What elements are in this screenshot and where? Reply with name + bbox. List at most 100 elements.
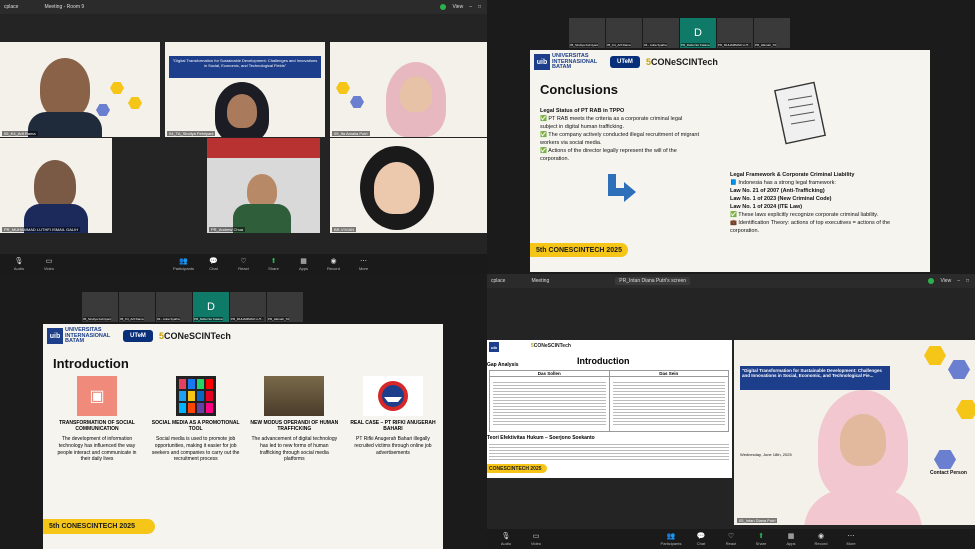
presentation-slide: uib UNIVERSITAS INTERNASIONAL BATAM UTeM 5… xyxy=(530,50,930,272)
participant-thumb[interactable]: 05_Sindiya Febriyani xyxy=(82,292,118,322)
table-col: Das Sein xyxy=(609,371,728,431)
participants-button[interactable]: 👥 Participants xyxy=(169,258,199,271)
more-button[interactable]: ⋯ More xyxy=(349,258,379,271)
hex-decoration xyxy=(96,104,110,116)
speaker-video[interactable]: "Digital Transformation for Sustainable … xyxy=(734,340,975,525)
hex-decoration xyxy=(128,97,142,109)
camera-icon: ▭ xyxy=(532,532,540,540)
conference-logo: 5CONeSCINTech xyxy=(646,57,718,67)
utem-logo: UTeM xyxy=(123,330,153,342)
app-label: cplace xyxy=(4,4,19,10)
framework-line: 📘 Indonesia has a strong legal framework… xyxy=(730,179,836,186)
view-button[interactable]: View xyxy=(940,278,951,284)
contact-person-label: Contact Person xyxy=(930,470,967,476)
video-tile[interactable]: PR_Andrew Chua xyxy=(207,138,320,233)
participant-thumb[interactable]: 05_Sindiya Febriyani xyxy=(569,18,605,48)
uib-logo: uib xyxy=(489,342,499,352)
zoom-gallery-window: cplace Meeting - Room 9 View – □ 05_K4_A… xyxy=(0,0,487,274)
utem-logo: UTeM xyxy=(610,56,640,68)
react-button[interactable]: ♡ React xyxy=(716,533,746,546)
dense-text-block xyxy=(489,442,729,462)
video-tile[interactable]: "Digital Transformation for Sustainable … xyxy=(165,42,325,137)
video-button[interactable]: ▭ Video xyxy=(34,258,64,271)
react-button[interactable]: ♡ React xyxy=(229,258,259,271)
apps-button[interactable]: ▦ Apps xyxy=(776,533,806,546)
shared-screen-introduction: 05_Sindiya Febriyani 05_K4_Arif Rama 03 … xyxy=(0,274,487,549)
window-titlebar: cplace Meeting - Room 9 View – □ xyxy=(0,0,487,14)
participant-shirt xyxy=(28,112,102,137)
minimize-icon[interactable]: – xyxy=(469,4,472,10)
apps-button[interactable]: ▦ Apps xyxy=(289,258,319,271)
participant-thumb[interactable]: PR_MUHAMMAD LUT... xyxy=(717,18,753,48)
conference-logo: 5CONeSCINTech xyxy=(159,331,231,341)
record-button[interactable]: ◉ Record xyxy=(806,533,836,546)
participants-icon: 👥 xyxy=(666,532,676,540)
video-tile[interactable]: BR-VIVIAN xyxy=(330,138,487,233)
meeting-title: Meeting - Room 9 xyxy=(44,4,85,10)
chat-button[interactable]: 💬 Chat xyxy=(199,258,229,271)
uib-logo: uib UNIVERSITAS INTERNASIONAL BATAM xyxy=(534,53,597,71)
presentation-slide: uib UNIVERSITAS INTERNASIONAL BATAM UTeM 5… xyxy=(43,324,443,549)
video-tile[interactable]: PR_MUHAMMAD LUTHFI ISMAIL GALIH xyxy=(0,138,112,233)
item-text: PT Rifki Anugerah Bahari illegally recru… xyxy=(354,436,432,456)
security-icon[interactable] xyxy=(440,4,447,10)
framework-line: Law No. 1 of 2023 (New Criminal Code) xyxy=(730,195,832,202)
participant-thumb[interactable]: 05_K4_Arif Rama xyxy=(119,292,155,322)
apps-icon: ▦ xyxy=(787,532,795,540)
share-button[interactable]: ⬆ Share xyxy=(746,533,776,546)
participants-button[interactable]: 👥 Participants xyxy=(656,533,686,546)
participant-clothing xyxy=(804,490,922,525)
participant-face xyxy=(400,76,432,112)
participant-thumb[interactable]: D PR_Della Nur Fatana xyxy=(680,18,716,48)
share-icon: ⬆ xyxy=(758,532,764,540)
heart-icon: ♡ xyxy=(727,532,735,540)
hex-decoration xyxy=(934,450,956,469)
zoom-share-window: cplace Meeting PR_Intan Diana Putri's sc… xyxy=(487,274,975,549)
app-label: cplace xyxy=(491,278,506,284)
participant-face xyxy=(840,414,886,466)
participant-name: PR_Andrew Chua xyxy=(209,227,246,232)
item-heading: SOCIAL MEDIA AS A PROMOTIONAL TOOL xyxy=(151,420,240,432)
participant-face xyxy=(374,162,420,214)
participant-thumb[interactable]: 03 - Aulia Syafira xyxy=(643,18,679,48)
minimize-icon[interactable]: – xyxy=(957,278,960,284)
participant-thumb[interactable]: 03 - Aulia Syafira xyxy=(156,292,192,322)
meeting-toolbar: 🎙 Audio ▭ Video 👥 Participants 💬 Chat ♡ React… xyxy=(487,529,975,549)
participant-thumb[interactable]: 05_K4_Arif Rama xyxy=(606,18,642,48)
framework-line: Law No. 1 of 2024 (ITE Law) xyxy=(730,203,803,210)
audio-button[interactable]: 🎙 Audio xyxy=(491,533,521,546)
participant-thumb[interactable]: PR_Hikmah_TA xyxy=(267,292,303,322)
chat-icon: 💬 xyxy=(696,532,706,540)
maximize-icon[interactable]: □ xyxy=(478,4,481,10)
left-conclusion-block: Legal Status of PT RAB in TPPO ✅ PT RAB … xyxy=(540,108,700,164)
security-icon[interactable] xyxy=(928,278,935,284)
video-tile[interactable]: 05_Ifa Amalia Putri xyxy=(330,42,487,137)
participant-thumb[interactable]: PR_Hikmah_TA xyxy=(754,18,790,48)
hex-decoration xyxy=(110,82,124,94)
video-tile[interactable]: 05_K4_Arif Rama xyxy=(0,42,160,137)
item-heading: NEW MODUS OPERANDI OF HUMAN TRAFFICKING xyxy=(250,420,339,432)
participant-thumb[interactable]: PR_MUHAMMAD LUT... xyxy=(230,292,266,322)
participant-face xyxy=(247,174,277,208)
video-button[interactable]: ▭ Video xyxy=(521,533,551,546)
conference-footer: 5th CONESCINTECH 2025 xyxy=(43,519,155,534)
screen-share-label[interactable]: PR_Intan Diana Putri's screen xyxy=(615,277,691,285)
conference-footer: 5th CONESCINTECH 2025 xyxy=(530,243,628,257)
share-button[interactable]: ⬆ Share xyxy=(259,258,289,271)
item-text: The advancement of digital technology ha… xyxy=(251,436,338,463)
company-logo xyxy=(362,376,423,416)
participant-face xyxy=(40,58,90,118)
participant-thumb[interactable]: D PR_Della Nur Fatana xyxy=(193,292,229,322)
view-button[interactable]: View xyxy=(452,4,463,10)
hex-decoration xyxy=(956,400,975,419)
conclusion-line: ✅ The company actively conducted illegal… xyxy=(540,131,699,146)
chat-button[interactable]: 💬 Chat xyxy=(686,533,716,546)
item-text: The development of information technolog… xyxy=(57,436,137,463)
audio-button[interactable]: 🎙 Audio xyxy=(4,258,34,271)
window-titlebar: cplace Meeting PR_Intan Diana Putri's sc… xyxy=(487,274,975,288)
more-button[interactable]: ⋯ More xyxy=(836,533,866,546)
record-button[interactable]: ◉ Record xyxy=(319,258,349,271)
heart-icon: ♡ xyxy=(240,257,247,265)
maximize-icon[interactable]: □ xyxy=(966,278,969,284)
record-icon: ◉ xyxy=(330,257,337,265)
